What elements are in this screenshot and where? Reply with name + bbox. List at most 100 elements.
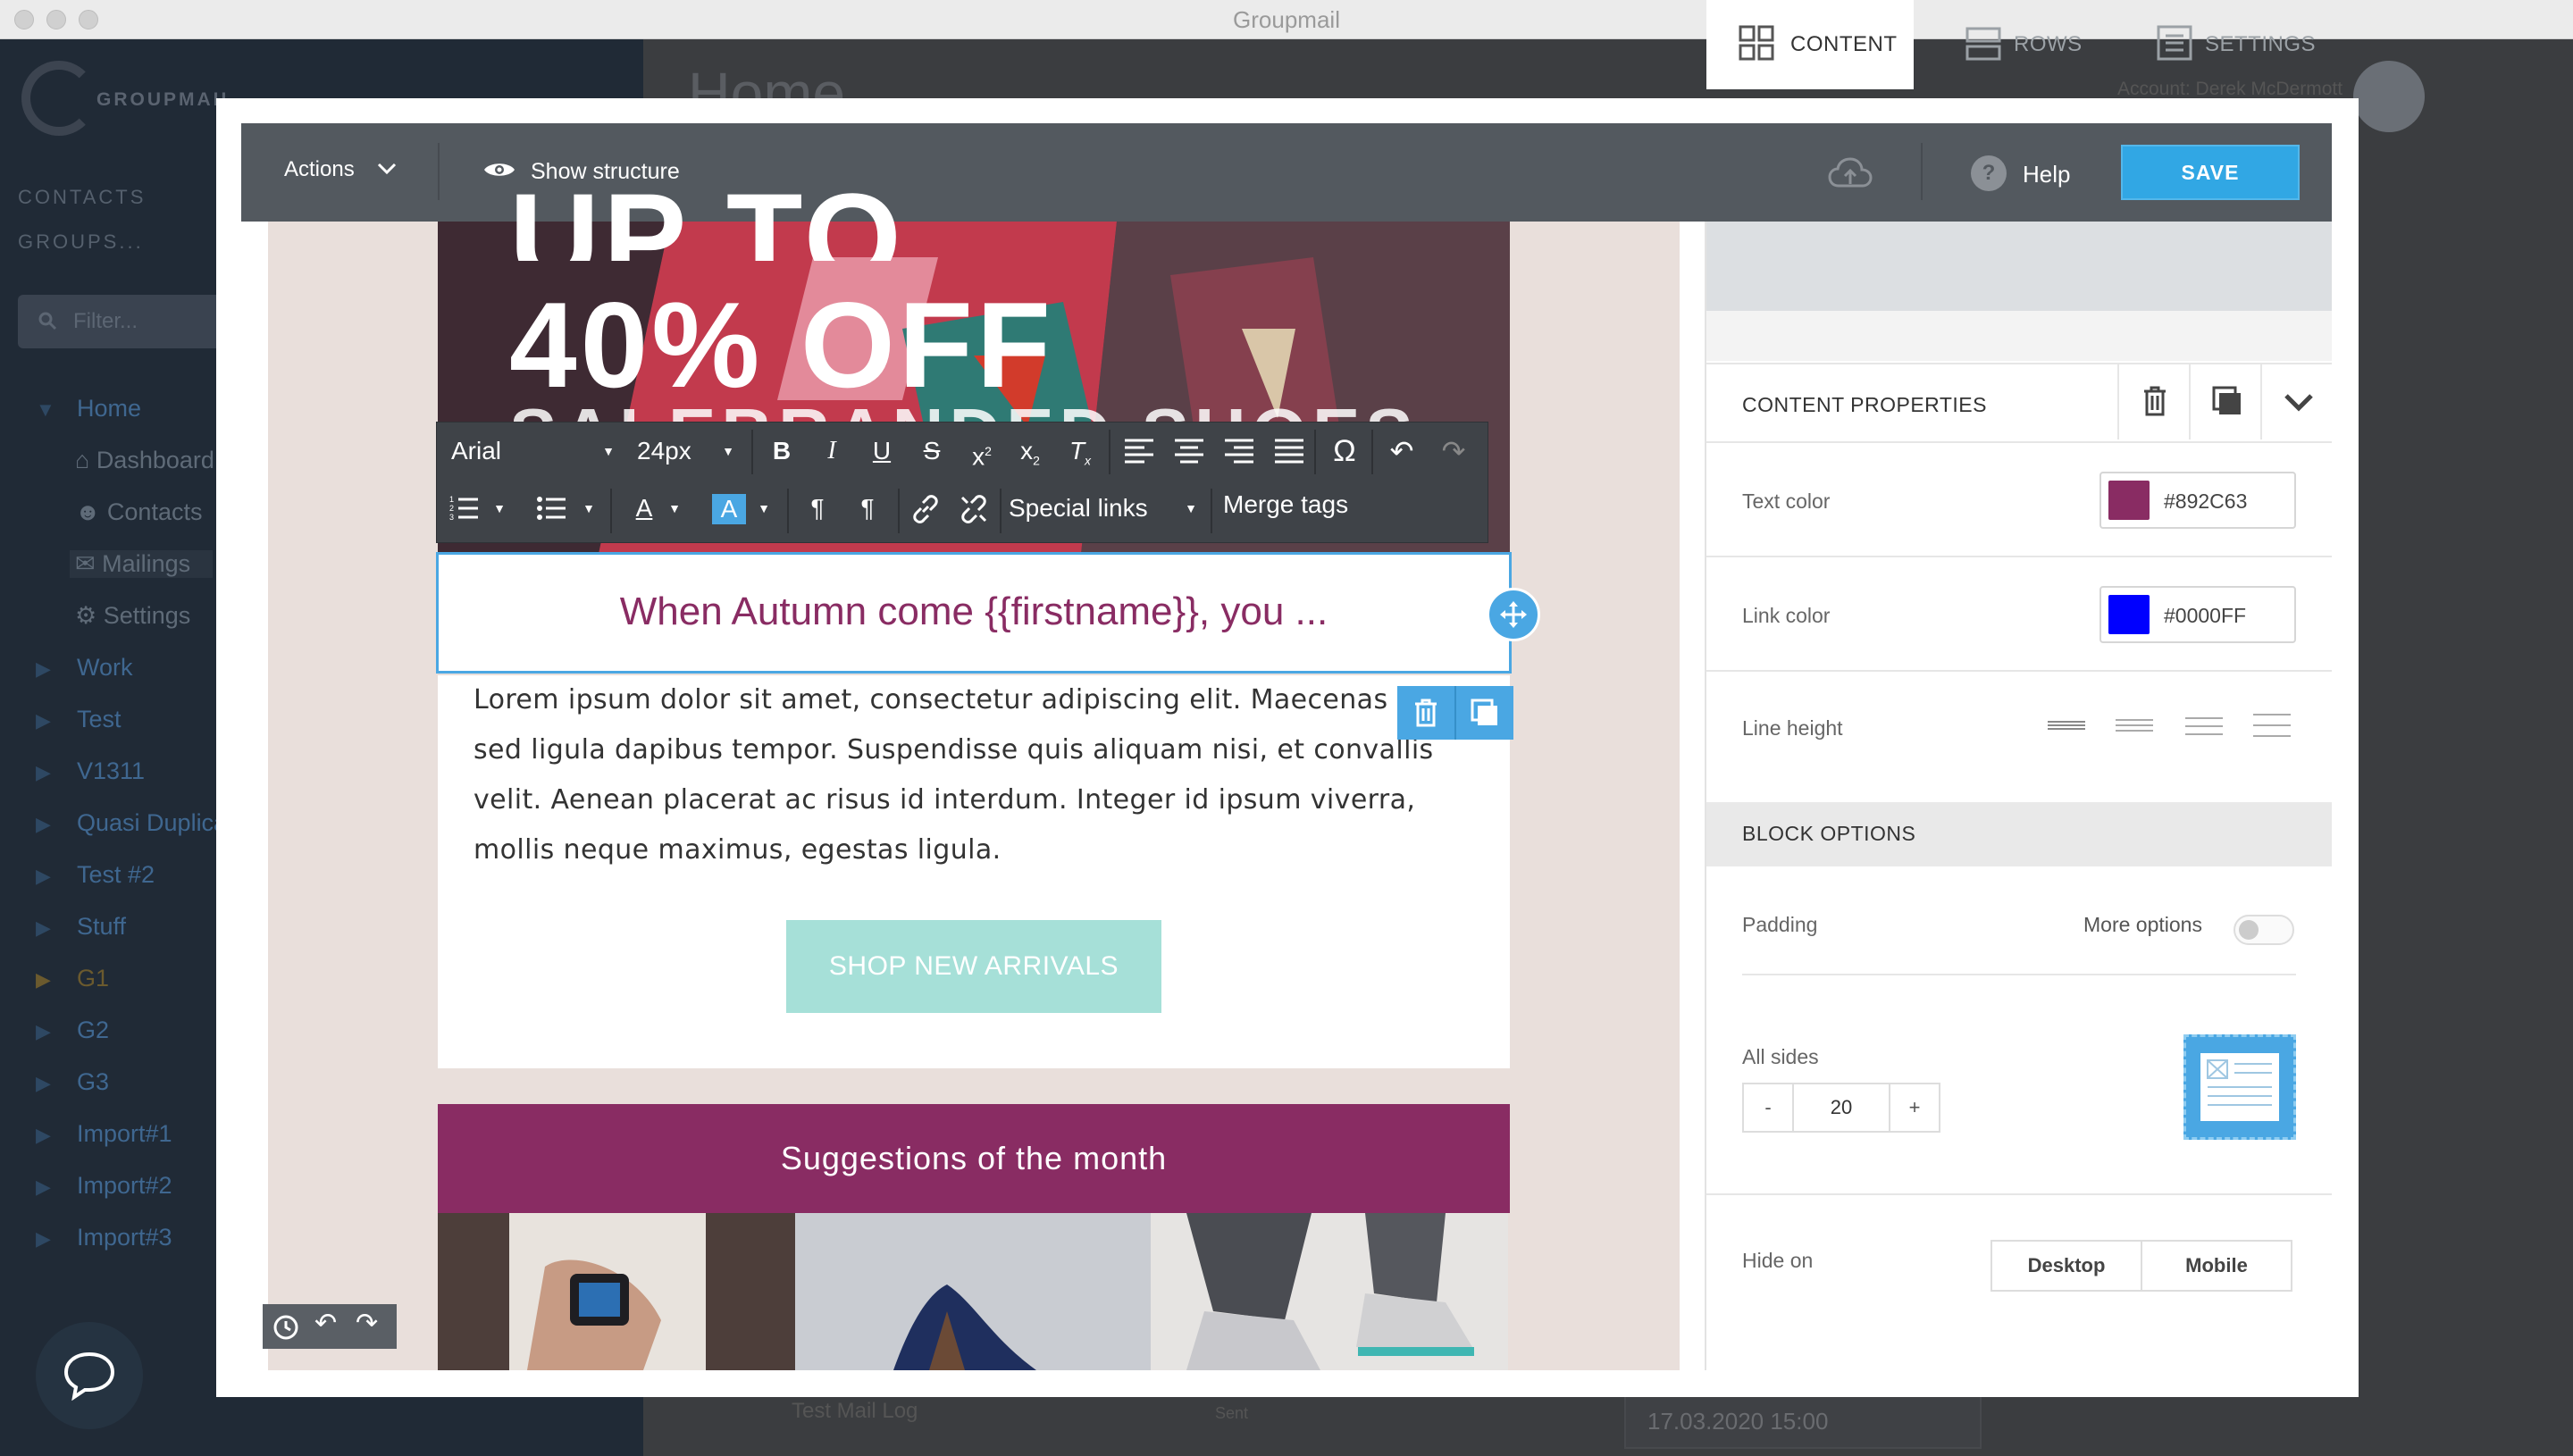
sidebar-item-mailings[interactable]: ✉ Mailings [70, 550, 213, 578]
delete-block-button[interactable] [2117, 364, 2189, 439]
tree-item-work[interactable]: ▶ Work [36, 654, 133, 682]
tree-item-g2[interactable]: ▶ G2 [36, 1017, 109, 1044]
sidebar-item-label: Dashboard [96, 447, 214, 473]
chevron-down-icon[interactable] [377, 163, 397, 175]
padding-value-input[interactable]: 20 [1792, 1083, 1890, 1133]
sidebar-item-dashboard[interactable]: ⌂ Dashboard [75, 447, 214, 474]
product-image-shoe[interactable] [795, 1213, 1151, 1370]
actions-menu[interactable]: Actions [284, 157, 355, 182]
tree-item-import3[interactable]: ▶ Import#3 [36, 1224, 172, 1251]
rtl-icon[interactable]: ¶ [848, 483, 887, 533]
link-icon[interactable] [910, 494, 941, 524]
caret-down-icon: ▼ [1185, 501, 1197, 515]
subscript-icon[interactable]: x2 [1010, 426, 1050, 486]
text-color-icon[interactable]: A [626, 483, 662, 533]
date-value: 17.03.2020 15:00 [1647, 1408, 1829, 1435]
cloud-upload-icon[interactable] [1828, 157, 1873, 189]
nav-groups[interactable]: GROUPS... [18, 230, 144, 254]
hide-on-desktop-button[interactable]: Desktop [1991, 1240, 2142, 1292]
tree-item-test2[interactable]: ▶ Test #2 [36, 861, 155, 889]
highlight-color-icon[interactable]: A [712, 494, 746, 524]
sidebar-item-contacts[interactable]: ☻ Contacts [75, 498, 202, 526]
bullet-list-icon[interactable] [537, 494, 567, 523]
chat-button[interactable] [36, 1322, 143, 1429]
numbered-list-icon[interactable]: 123 [449, 494, 480, 523]
toolbar-divider [1000, 489, 1002, 533]
toolbar-divider [898, 489, 900, 533]
envelope-icon: ✉ [75, 550, 103, 577]
tree-item-home[interactable]: ▼ Home [36, 395, 141, 423]
move-icon [1500, 601, 1527, 628]
tree-item-import2[interactable]: ▶ Import#2 [36, 1172, 172, 1200]
font-size-value: 24px [637, 437, 691, 464]
tab-settings[interactable]: SETTINGS [2123, 0, 2332, 89]
trash-icon[interactable] [1413, 699, 1438, 727]
help-icon[interactable]: ? [1971, 155, 2007, 191]
tree-label: V1311 [77, 757, 146, 784]
tree-item-import1[interactable]: ▶ Import#1 [36, 1120, 172, 1148]
bold-icon[interactable]: B [764, 426, 800, 476]
align-right-icon[interactable] [1223, 437, 1255, 465]
caret-right-icon: ▶ [36, 709, 51, 732]
avatar[interactable] [2353, 61, 2425, 132]
history-icon[interactable] [272, 1313, 300, 1342]
hero-headline-2: 40% OFF [509, 277, 1054, 413]
toolbar-divider [1921, 143, 1923, 200]
align-left-icon[interactable] [1123, 437, 1155, 465]
padding-increase-button[interactable]: + [1889, 1083, 1940, 1133]
special-char-icon[interactable]: Ω [1325, 426, 1364, 476]
italic-icon[interactable]: I [814, 426, 850, 476]
product-image-sneaker[interactable] [1151, 1213, 1508, 1370]
padding-decrease-button[interactable]: - [1742, 1083, 1794, 1133]
date-field: 17.03.2020 15:00 [1624, 1390, 1982, 1449]
underline-icon[interactable]: U [864, 426, 900, 476]
product-image-watch[interactable] [438, 1213, 795, 1370]
tree-item-g3[interactable]: ▶ G3 [36, 1068, 109, 1096]
duplicate-block-button[interactable] [2189, 364, 2260, 439]
caret-down-icon: ▼ [722, 444, 734, 458]
special-links-menu[interactable]: Special links [1009, 483, 1166, 533]
tree-item-stuff[interactable]: ▶ Stuff [36, 913, 126, 941]
tab-content[interactable]: CONTENT [1706, 0, 1914, 89]
help-link[interactable]: Help [2023, 161, 2070, 188]
unlink-icon[interactable] [959, 494, 989, 524]
shop-new-arrivals-button[interactable]: SHOP NEW ARRIVALS [786, 920, 1161, 1013]
more-options-toggle[interactable] [2234, 915, 2294, 945]
link-color-picker[interactable]: #0000FF [2099, 586, 2296, 643]
headline-text[interactable]: When Autumn come {{firstname}}, you ... [436, 590, 1512, 634]
duplicate-icon[interactable] [1471, 699, 1499, 727]
body-text[interactable]: Lorem ipsum dolor sit amet, consectetur … [474, 675, 1465, 875]
section-title[interactable]: Suggestions of the month [438, 1104, 1510, 1213]
sidebar-item-settings[interactable]: ⚙ Settings [75, 602, 190, 630]
clear-format-icon[interactable]: Tx [1060, 426, 1100, 486]
collapse-button[interactable] [2260, 364, 2332, 439]
line-height-compact-icon[interactable] [2046, 715, 2087, 736]
align-justify-icon[interactable] [1273, 437, 1305, 465]
save-button[interactable]: SAVE [2121, 145, 2300, 200]
undo-icon[interactable]: ↶ [314, 1308, 337, 1339]
filter-input[interactable]: Filter... [18, 295, 232, 348]
tree-item-v1311[interactable]: ▶ V1311 [36, 757, 145, 785]
merge-tags-menu[interactable]: Merge tags [1223, 480, 1366, 530]
tree-item-test[interactable]: ▶ Test [36, 706, 122, 733]
hide-on-mobile-button[interactable]: Mobile [2141, 1240, 2292, 1292]
move-block-handle[interactable] [1487, 588, 1540, 641]
text-color-picker[interactable]: #892C63 [2099, 472, 2296, 529]
align-center-icon[interactable] [1173, 437, 1205, 465]
tree-item-g1[interactable]: ▶ G1 [36, 965, 109, 992]
padding-label: Padding [1742, 913, 1818, 936]
ltr-icon[interactable]: ¶ [798, 483, 837, 533]
logo-icon [21, 61, 96, 136]
tab-rows[interactable]: ROWS [1915, 0, 2123, 89]
line-height-relaxed-icon[interactable] [2183, 715, 2225, 740]
sidebar-item-label: Contacts [106, 498, 203, 525]
tree-label: Import#2 [77, 1172, 172, 1199]
nav-contacts[interactable]: CONTACTS [18, 186, 146, 209]
undo-icon[interactable]: ↶ [1380, 426, 1423, 476]
superscript-icon[interactable]: x2 [962, 426, 1002, 481]
line-height-normal-icon[interactable] [2114, 715, 2155, 736]
strikethrough-icon[interactable]: S [914, 426, 950, 476]
line-height-loose-icon[interactable] [2251, 713, 2292, 740]
redo-icon[interactable]: ↷ [1432, 426, 1475, 476]
redo-icon[interactable]: ↷ [356, 1308, 378, 1339]
